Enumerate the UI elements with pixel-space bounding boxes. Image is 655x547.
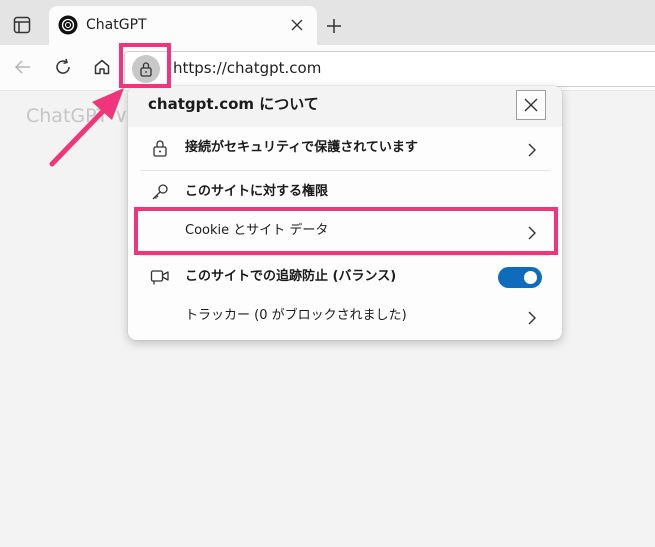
annotation-arrow [49,88,124,167]
close-icon [524,98,538,112]
tab-title: ChatGPT [86,17,147,33]
divider [140,170,550,171]
chatgpt-logo-icon [58,15,78,35]
key-icon [151,183,169,201]
home-icon [94,59,110,75]
new-tab-button[interactable] [321,13,347,39]
highlight-box-cookie-row [134,207,558,255]
tab-close-button[interactable] [287,15,307,35]
divider [140,255,550,256]
tracking-prevention-label: このサイトでの追跡防止 (バランス) [185,269,397,284]
flyout-title: chatgpt.com について [148,95,319,113]
lock-icon [152,139,168,157]
camera-tracking-icon [150,268,170,286]
site-permissions-heading: このサイトに対する権限 [185,184,329,199]
flyout-close-button[interactable] [516,90,546,120]
chevron-right-icon[interactable] [525,311,539,325]
connection-secure-row[interactable]: 接続がセキュリティで保護されています [185,139,418,157]
refresh-button[interactable] [49,53,77,81]
back-arrow-icon [14,60,30,74]
chevron-right-icon[interactable] [525,143,539,157]
url-text[interactable]: https://chatgpt.com [173,58,321,78]
close-icon [291,19,303,31]
home-button[interactable] [88,53,116,81]
tab-actions-button[interactable] [4,10,40,40]
plus-icon [327,19,341,33]
back-button[interactable] [9,53,37,81]
tab-actions-icon [13,16,31,34]
trackers-blocked-row[interactable]: トラッカー (0 がブロックされました) [185,307,407,325]
toggle-knob [524,271,537,284]
refresh-icon [56,58,70,74]
